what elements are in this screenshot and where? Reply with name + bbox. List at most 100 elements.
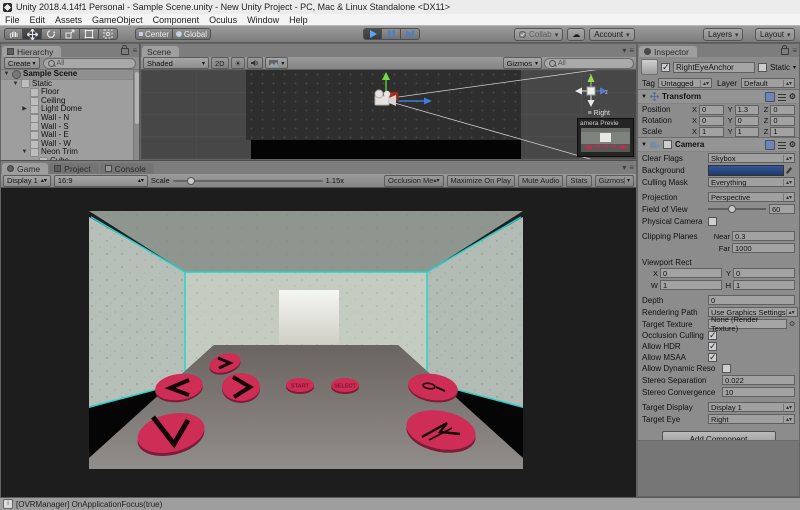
rendering-path-dropdown[interactable]: Use Graphics Settings▴▾ xyxy=(708,307,798,317)
2d-toggle[interactable]: 2D xyxy=(211,57,229,69)
near-clip-field[interactable]: 0.3 xyxy=(732,231,795,241)
scale-tool-button[interactable] xyxy=(61,28,80,40)
camera-enabled-checkbox[interactable] xyxy=(663,140,672,149)
transform-tool-button[interactable] xyxy=(99,28,118,40)
hierarchy-row[interactable]: ▼ Static xyxy=(1,80,139,89)
rotation-z-field[interactable]: 0 xyxy=(770,116,795,126)
panel-menu-icon[interactable]: ≡ xyxy=(132,46,137,55)
allow-hdr-checkbox[interactable] xyxy=(708,342,717,351)
rotation-y-field[interactable]: 0 xyxy=(735,116,760,126)
lighting-toggle[interactable]: ☀ xyxy=(231,57,246,69)
scale-slider[interactable] xyxy=(173,180,323,182)
tab-project[interactable]: Project xyxy=(49,163,98,174)
tab-scene[interactable]: Scene xyxy=(142,46,179,57)
tab-console[interactable]: Console xyxy=(100,163,154,174)
scale-x-field[interactable]: 1 xyxy=(699,127,724,137)
static-caret-icon[interactable]: ▾ xyxy=(793,64,796,71)
menu-assets[interactable]: Assets xyxy=(50,15,87,25)
scene-gizmos-dropdown[interactable]: Gizmos▾ xyxy=(503,57,542,69)
panel-menu-icon[interactable]: ≡ xyxy=(629,46,634,55)
docs-icon[interactable] xyxy=(765,92,775,102)
hierarchy-row[interactable]: ▼ Neon Trim xyxy=(1,148,139,157)
scale-z-field[interactable]: 1 xyxy=(770,127,795,137)
viewport-w-field[interactable]: 1 xyxy=(660,280,722,290)
docs-icon[interactable] xyxy=(765,140,775,150)
menu-component[interactable]: Component xyxy=(148,15,205,25)
lock-icon[interactable] xyxy=(121,48,129,55)
hierarchy-row[interactable]: Floor xyxy=(1,88,139,97)
layout-dropdown[interactable]: Layout▾ xyxy=(755,28,795,41)
fov-slider[interactable] xyxy=(708,208,766,210)
menu-oculus[interactable]: Oculus xyxy=(204,15,242,25)
target-display-dropdown[interactable]: Display 1▴▾ xyxy=(708,402,795,412)
gameobject-enabled-checkbox[interactable] xyxy=(661,63,670,72)
static-checkbox[interactable] xyxy=(758,63,767,72)
eyedropper-icon[interactable] xyxy=(786,166,795,175)
physical-camera-checkbox[interactable] xyxy=(708,217,717,226)
projection-dropdown[interactable]: Perspective▴▾ xyxy=(708,192,795,202)
target-texture-field[interactable]: None (Render Texture) xyxy=(708,319,787,329)
viewport-h-field[interactable]: 1 xyxy=(733,280,795,290)
dock-caret-icon[interactable]: ▾ xyxy=(622,46,626,55)
collab-dropdown[interactable]: Collab▾ xyxy=(514,28,563,41)
menu-edit[interactable]: Edit xyxy=(25,15,51,25)
occlusion-culling-checkbox[interactable] xyxy=(708,331,717,340)
gameobject-name-field[interactable]: RightEyeAnchor xyxy=(673,62,755,73)
scale-y-field[interactable]: 1 xyxy=(735,127,760,137)
object-picker-icon[interactable]: ⊙ xyxy=(789,320,795,328)
layers-dropdown[interactable]: Layers▾ xyxy=(703,28,743,41)
rotation-x-field[interactable]: 0 xyxy=(699,116,724,126)
expander-icon[interactable]: ▼ xyxy=(641,142,647,148)
hierarchy-row[interactable]: ▶ Light Dome xyxy=(1,105,139,114)
stereo-separation-field[interactable]: 0.022 xyxy=(722,375,795,385)
audio-toggle[interactable] xyxy=(247,57,263,69)
hierarchy-search-input[interactable]: All xyxy=(43,58,136,69)
far-clip-field[interactable]: 1000 xyxy=(732,243,795,253)
clear-flags-dropdown[interactable]: Skybox▴▾ xyxy=(708,153,795,163)
hand-tool-button[interactable] xyxy=(4,28,23,40)
create-button[interactable]: Create▾ xyxy=(4,57,40,69)
pivot-global-button[interactable]: Global xyxy=(173,28,211,40)
account-dropdown[interactable]: Account▾ xyxy=(589,28,634,41)
camera-header[interactable]: ▼ Camera ⚙ xyxy=(638,137,799,152)
game-viewport[interactable]: START SELECT xyxy=(1,188,636,497)
stats-toggle[interactable]: Stats xyxy=(566,175,591,187)
play-button[interactable] xyxy=(363,28,382,40)
status-bar[interactable]: i [OVRManager] OnApplicationFocus(true) xyxy=(0,497,800,510)
orientation-gizmo[interactable]: y z xyxy=(574,74,608,108)
menu-help[interactable]: Help xyxy=(284,15,313,25)
depth-field[interactable]: 0 xyxy=(708,295,795,305)
position-x-field[interactable]: 0 xyxy=(699,105,724,115)
maximize-on-play-toggle[interactable]: Maximize On Play xyxy=(447,175,515,187)
fov-field[interactable]: 60 xyxy=(769,204,795,214)
display-dropdown[interactable]: Display 1▴▾ xyxy=(3,175,51,187)
target-eye-dropdown[interactable]: Right▴▾ xyxy=(708,414,795,424)
panel-menu-icon[interactable]: ≡ xyxy=(629,163,634,172)
effects-dropdown[interactable]: ▾ xyxy=(265,57,288,69)
hierarchy-row[interactable]: Wall - N xyxy=(1,114,139,123)
menu-gameobject[interactable]: GameObject xyxy=(87,15,148,25)
viewport-x-field[interactable]: 0 xyxy=(660,268,722,278)
gear-icon[interactable]: ⚙ xyxy=(789,92,796,101)
expander-icon[interactable]: ▼ xyxy=(641,94,647,100)
preset-icon[interactable] xyxy=(778,93,786,101)
tab-hierarchy[interactable]: Hierarchy xyxy=(2,46,61,57)
layer-dropdown[interactable]: Default▴▾ xyxy=(741,78,795,88)
menu-file[interactable]: File xyxy=(0,15,25,25)
hierarchy-scrollbar[interactable] xyxy=(133,70,139,160)
orientation-label[interactable]: ≡Right xyxy=(588,110,610,117)
rotate-tool-button[interactable] xyxy=(42,28,61,40)
occlusion-mesh-dropdown[interactable]: Occlusion Me▴▾ xyxy=(384,175,443,187)
tab-inspector[interactable]: Inspector xyxy=(639,46,697,57)
transform-header[interactable]: ▼ Transform ⚙ xyxy=(638,89,799,104)
gear-icon[interactable]: ⚙ xyxy=(789,140,796,149)
hierarchy-row[interactable]: Wall - S xyxy=(1,123,139,132)
tab-game[interactable]: Game xyxy=(2,163,48,174)
pause-button[interactable] xyxy=(382,28,401,40)
position-y-field[interactable]: 1.3 xyxy=(735,105,760,115)
aspect-dropdown[interactable]: 16:9▴▾ xyxy=(54,175,148,187)
tag-dropdown[interactable]: Untagged▴▾ xyxy=(658,78,712,88)
stereo-convergence-field[interactable]: 10 xyxy=(722,387,795,397)
allow-dynamic-resolution-checkbox[interactable] xyxy=(722,364,731,373)
mute-audio-toggle[interactable]: Mute Audio xyxy=(518,175,564,187)
